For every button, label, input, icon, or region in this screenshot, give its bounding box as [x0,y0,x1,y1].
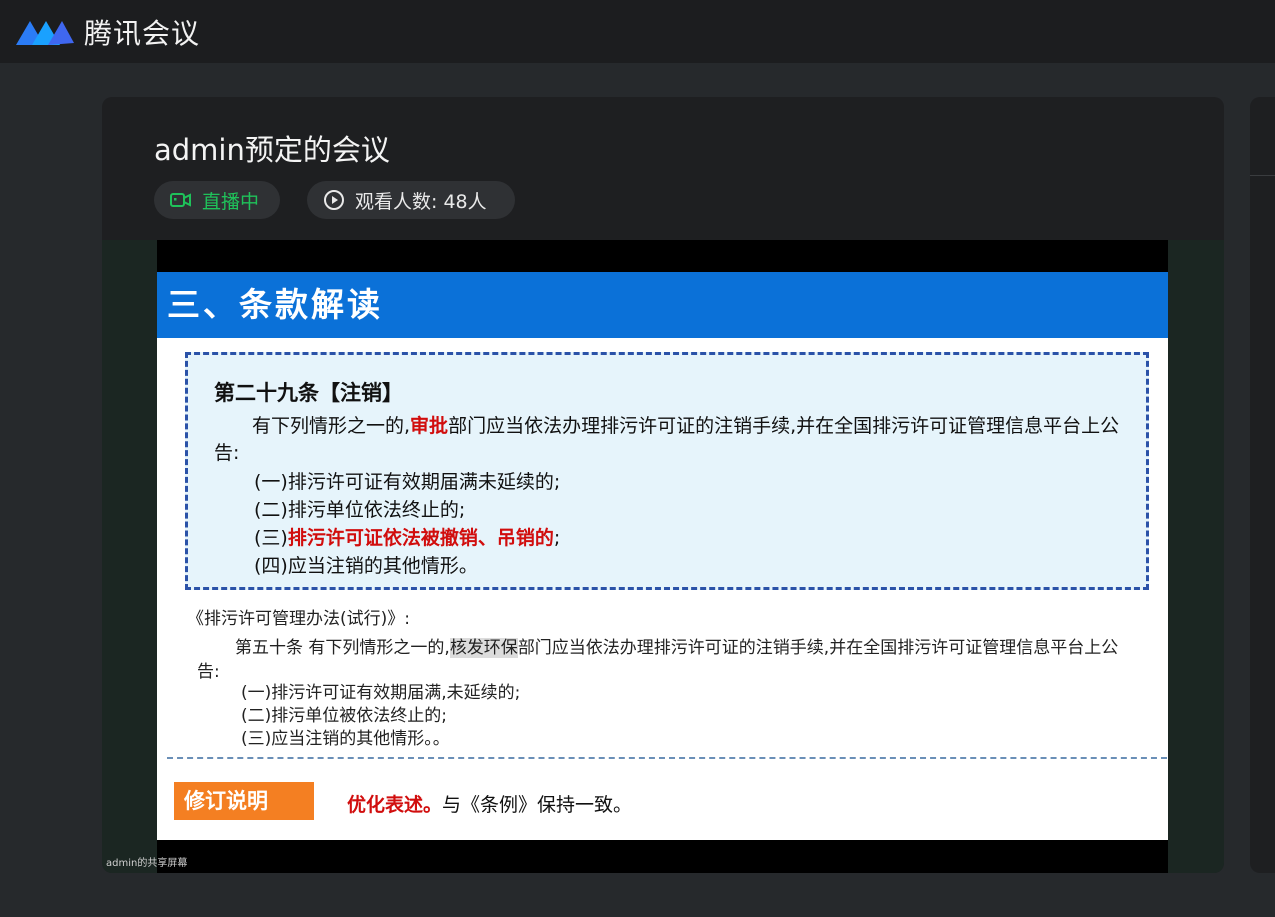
play-circle-icon [324,190,344,210]
app-title: 腾讯会议 [84,16,201,50]
article-title: 第二十九条【注销】 [214,381,403,405]
revision-highlight: 优化表述。 [347,794,443,816]
reference-title: 《排污许可管理办法(试行)》: [187,609,410,629]
presentation-slide: 三、条款解读 第二十九条【注销】 有下列情形之一的,审批部门应当依法办理排污许可… [157,272,1168,840]
reference-item: (三)应当注销的其他情形。。 [241,729,450,749]
reference-items: (一)排污许可证有效期届满,未延续的; (二)排污单位被依法终止的; (三)应当… [241,682,520,751]
revision-label: 修订说明 [174,782,314,820]
shared-screen-frame: 三、条款解读 第二十九条【注销】 有下列情形之一的,审批部门应当依法办理排污许可… [157,240,1168,873]
shared-screen-stage: 三、条款解读 第二十九条【注销】 有下列情形之一的,审批部门应当依法办理排污许可… [102,240,1224,873]
reference-intro: 第五十条 有下列情形之一的,核发环保部门应当依法办理排污许可证的注销手续,并在全… [197,636,1137,684]
article-intro: 有下列情形之一的,审批部门应当依法办理排污许可证的注销手续,并在全国排污许可证管… [214,413,1134,467]
share-screen-label: admin的共享屏幕 [106,858,188,869]
article-item-prefix: (三) [254,527,288,549]
article-item: (四)应当注销的其他情形。 [254,555,478,577]
meeting-title: admin预定的会议 [154,133,390,167]
reference-item: (一)排污许可证有效期届满,未延续的; [241,683,521,703]
article-intro-highlight: 审批 [410,415,449,437]
live-label: 直播中 [202,190,260,213]
article-box: 第二十九条【注销】 有下列情形之一的,审批部门应当依法办理排污许可证的注销手续,… [185,352,1149,590]
article-intro-before: 有下列情形之一的, [252,415,411,437]
tencent-meeting-logo-icon [16,20,74,45]
viewers-label: 观看人数: 48人 [355,190,487,213]
article-item-suffix: ; [553,527,561,549]
article-item-highlight: 排污许可证依法被撤销、吊销的 [287,527,554,549]
reference-intro-before: 第五十条 有下列情形之一的, [235,638,450,658]
section-divider [167,757,1167,759]
revision-body: 与《条例》保持一致。 [442,794,633,816]
revision-text: 优化表述。与《条例》保持一致。 [347,790,632,817]
top-bar: 腾讯会议 [0,0,1275,63]
viewers-badge[interactable]: 观看人数: 48人 [307,181,515,219]
article-item: (一)排污许可证有效期届满未延续的; [254,471,561,493]
article-item: (三)排污许可证依法被撤销、吊销的; [254,524,560,552]
slide-header: 三、条款解读 [157,272,1168,338]
article-items: (一)排污许可证有效期届满未延续的; (二)排污单位依法终止的; (三)排污许可… [254,468,560,580]
live-status-badge: 直播中 [154,181,280,219]
article-item: (二)排污单位依法终止的; [254,499,466,521]
reference-intro-highlight: 核发环保 [449,638,518,658]
reference-item: (二)排污单位被依法终止的; [241,706,447,726]
side-panel [1250,97,1275,873]
video-camera-icon [170,193,191,207]
side-panel-divider [1250,175,1275,176]
meeting-panel: admin预定的会议 直播中 观看人数: 48人 三、条款解读 第二十九条【注销… [102,97,1224,873]
